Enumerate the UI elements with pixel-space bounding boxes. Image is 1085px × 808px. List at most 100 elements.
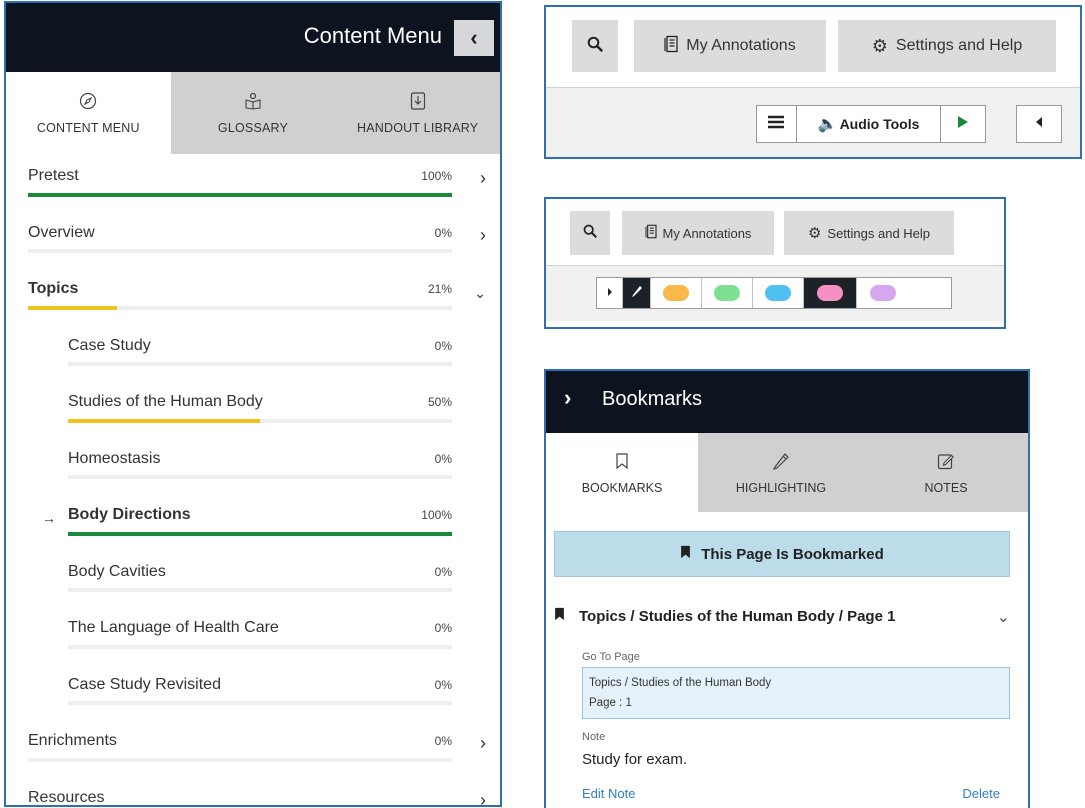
menu-item-resources[interactable]: Resources › [6,776,500,806]
my-annotations-button[interactable]: My Annotations [634,20,826,72]
menu-item-homeostasis[interactable]: Homeostasis 0% [6,437,500,494]
menu-item-case-study[interactable]: Case Study 0% [6,324,500,381]
menu-item-language-health-care[interactable]: The Language of Health Care 0% [6,606,500,663]
progress-percent: 21% [427,282,452,296]
progress-percent: 0% [434,677,452,692]
play-button[interactable] [941,106,985,142]
collapse-menu-button[interactable]: ‹ [454,20,494,56]
highlighter-icon [771,451,791,471]
menu-item-label: Body Directions [68,506,191,523]
highlight-color-blue[interactable] [753,278,804,308]
compass-icon [78,91,98,111]
hamburger-menu-icon [767,115,785,134]
search-button[interactable] [572,20,618,72]
search-icon [583,224,597,243]
menu-item-label: Enrichments [28,732,117,749]
menu-item-studies-human-body[interactable]: Studies of the Human Body 50% [6,380,500,437]
settings-help-button[interactable]: ⚙ Settings and Help [838,20,1056,72]
content-menu-header: Content Menu ‹ [6,3,500,72]
highlighter-color-group [596,277,952,309]
settings-help-label: Settings and Help [895,37,1023,54]
highlight-color-green[interactable] [702,278,753,308]
progress-bar [68,362,452,366]
progress-bar [68,588,452,592]
content-menu-tabs: CONTENT MENU GLOSSARY HANDOUT LIBRARY [6,72,500,154]
toolbar-highlight-panel: My Annotations ⚙ Settings and Help [544,197,1006,329]
swatch [714,285,740,301]
toolbar-audio-panel: My Annotations ⚙ Settings and Help 🔈 Aud… [544,5,1082,159]
swatch [765,285,791,301]
menu-item-body-directions[interactable]: → Body Directions 100% [6,493,500,550]
download-doc-icon [408,91,428,111]
tab-content-menu[interactable]: CONTENT MENU [6,72,171,154]
tab-glossary[interactable]: GLOSSARY [171,72,336,154]
bookmark-banner-label: This Page Is Bookmarked [701,545,884,563]
bookmarks-title: Bookmarks [602,388,703,410]
my-annotations-button[interactable]: My Annotations [622,211,774,255]
play-icon [957,115,969,134]
chevron-right-icon: › [480,733,486,753]
progress-bar [28,249,452,253]
highlight-color-orange[interactable] [651,278,702,308]
menu-item-label: Studies of the Human Body [68,393,263,410]
menu-item-overview[interactable]: Overview 0% › [6,211,500,268]
progress-percent: 100% [421,508,452,522]
content-menu-title: Content Menu [303,23,442,48]
tab-label: HIGHLIGHTING [735,480,827,495]
bookmark-status-banner[interactable]: This Page Is Bookmarked [554,531,1010,577]
menu-item-case-study-revisited[interactable]: Case Study Revisited 0% [6,663,500,720]
tab-label: NOTES [924,480,968,495]
search-button[interactable] [570,211,610,255]
highlight-color-pink[interactable] [804,278,857,308]
audio-tools-button[interactable]: 🔈 Audio Tools [797,106,942,142]
settings-help-button[interactable]: ⚙ Settings and Help [784,211,954,255]
expand-toolbar-button[interactable] [597,278,623,308]
chevron-right-icon: › [480,168,486,188]
go-to-page-label: Go To Page [582,651,640,663]
tab-highlighting[interactable]: HIGHLIGHTING [698,433,864,512]
go-to-page-link[interactable]: Topics / Studies of the Human Body Page … [582,667,1010,719]
annotations-icon [645,224,657,242]
current-page-arrow-icon: → [42,510,56,526]
audio-menu-button[interactable] [757,106,797,142]
go-to-page-path: Topics / Studies of the Human Body [589,677,772,689]
bookmarks-header: › Bookmarks [546,371,1028,433]
progress-bar [68,418,452,423]
audio-tools-label: Audio Tools [839,116,920,132]
swatch [870,285,896,301]
menu-item-label: The Language of Health Care [68,619,279,636]
menu-item-label: Overview [28,223,95,241]
bookmark-entry-header[interactable]: Topics / Studies of the Human Body / Pag… [554,607,895,625]
chevron-right-icon[interactable]: › [564,385,571,411]
highlighter-tool-button[interactable] [623,278,651,308]
chevron-down-icon[interactable]: ⌄ [997,607,1010,627]
settings-help-label: Settings and Help [827,225,931,241]
menu-item-enrichments[interactable]: Enrichments 0% › [6,719,500,776]
progress-bar [68,644,452,649]
speaker-icon: 🔈 [817,116,838,133]
tab-label: BOOKMARKS [581,480,663,495]
collapse-audio-button[interactable] [1016,105,1062,143]
menu-item-body-cavities[interactable]: Body Cavities 0% [6,550,500,607]
tab-notes[interactable]: NOTES [864,433,1028,512]
progress-bar [28,192,452,197]
edit-note-link[interactable]: Edit Note [582,786,635,801]
menu-item-topics[interactable]: Topics 21% ⌄ [6,267,500,324]
tab-bookmarks[interactable]: BOOKMARKS [546,433,698,512]
highlight-color-purple[interactable] [857,278,909,308]
tab-handout-library[interactable]: HANDOUT LIBRARY [335,72,500,154]
caret-left-icon [1035,115,1043,133]
bookmark-filled-icon [554,607,565,625]
highlight-toolbar-row [546,265,1004,321]
progress-percent: 0% [434,225,452,240]
progress-bar [68,531,452,536]
progress-percent: 0% [434,451,452,466]
audio-toolbar-row: 🔈 Audio Tools [546,87,1080,157]
bookmarks-panel: › Bookmarks BOOKMARKS HIGHLIGHTING NOTES… [544,369,1030,808]
progress-bar [28,305,452,310]
delete-bookmark-link[interactable]: Delete [962,786,1000,801]
menu-item-pretest[interactable]: Pretest 100% › [6,154,500,211]
caret-right-icon [607,284,613,302]
chevron-right-icon: › [480,224,486,245]
book-person-icon [243,91,263,111]
